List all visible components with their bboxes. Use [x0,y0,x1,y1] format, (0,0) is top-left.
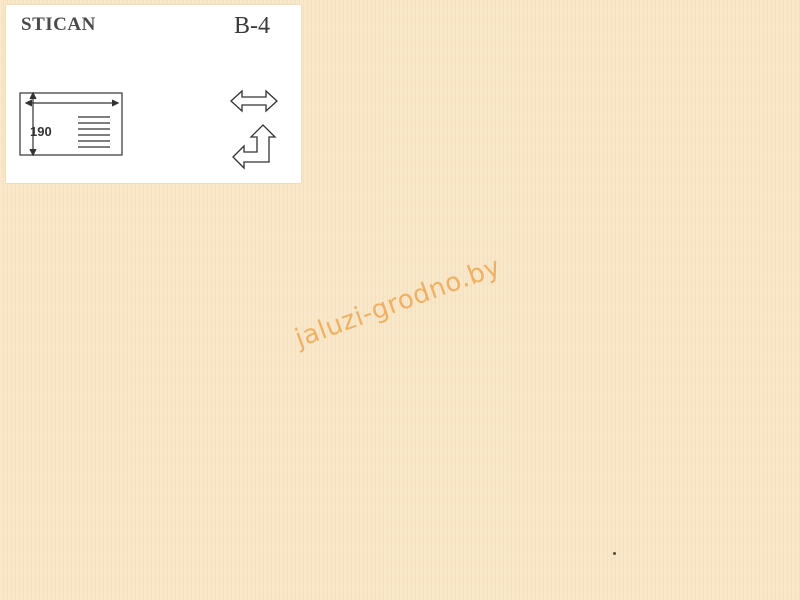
sample-code: B-4 [234,13,270,39]
watermark: jaluzi-grodno.by [291,251,505,355]
brand-name: STICAN [21,14,96,35]
max-width-value: 190 [30,124,52,139]
sample-label-card: STICAN B-4 190 [6,5,301,183]
turn-arrow-icon [232,124,277,170]
double-arrow-icon [230,89,278,113]
fabric-sample: STICAN B-4 190 jaluzi-grodno.by [0,0,800,600]
fabric-speck [613,552,616,555]
